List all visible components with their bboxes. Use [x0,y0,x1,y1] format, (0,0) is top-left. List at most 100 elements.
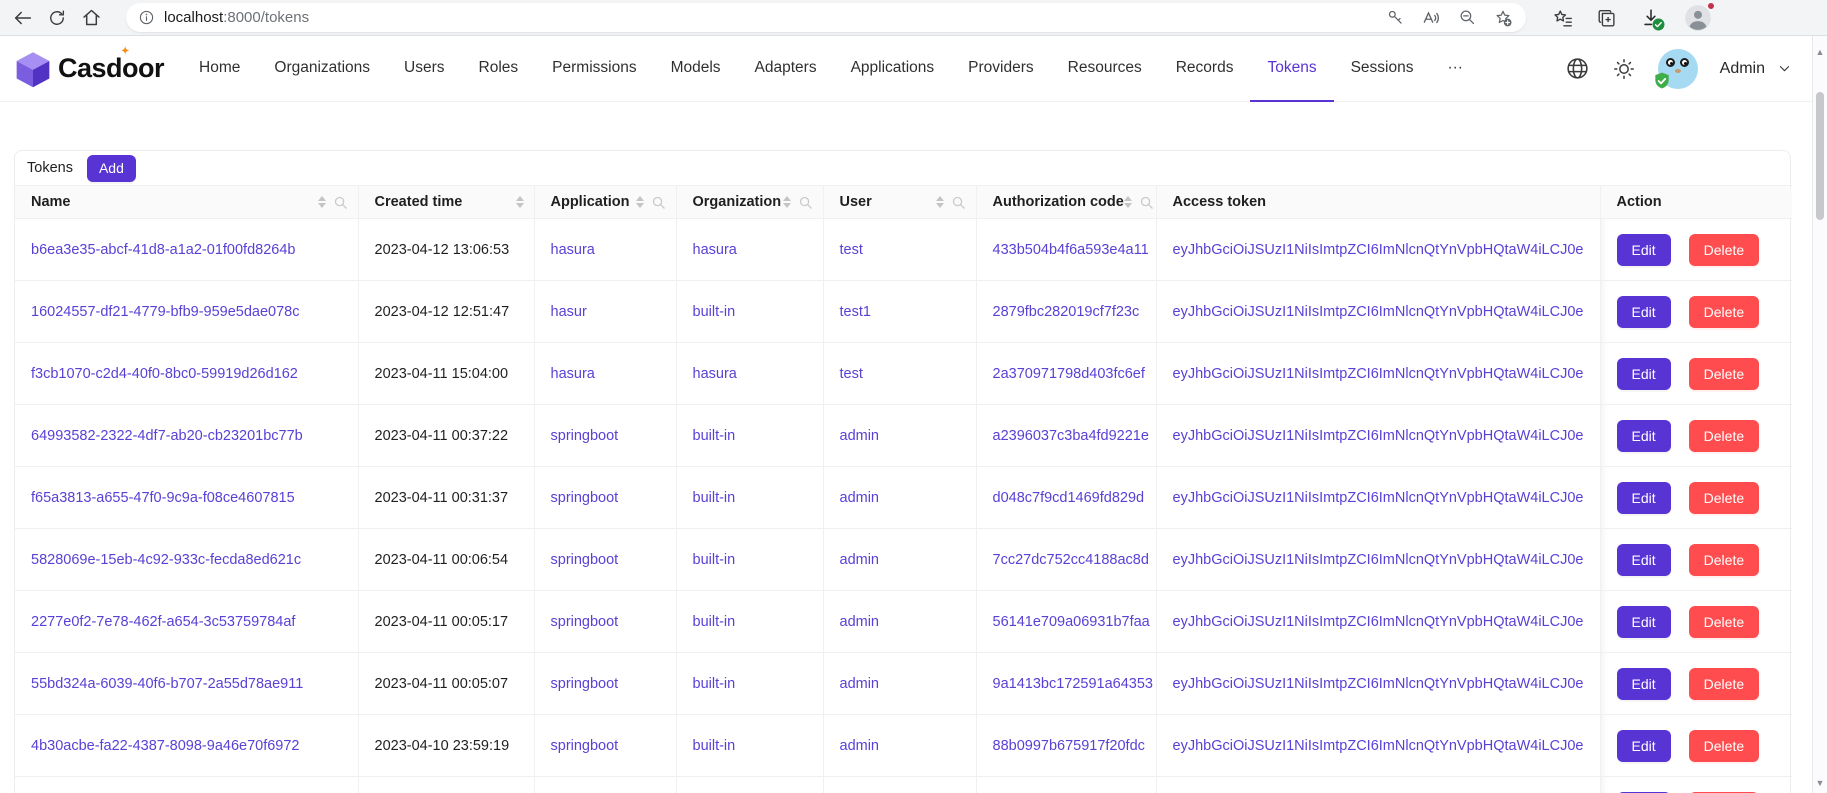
authorization-code-link[interactable]: d048c7f9cd1469fd829d [993,490,1145,506]
organization-link[interactable]: built-in [693,490,736,506]
collections-icon[interactable] [1596,7,1618,29]
token-name-link[interactable]: 16024557-df21-4779-bfb9-959e5dae078c [31,304,299,320]
delete-button[interactable]: Delete [1689,544,1759,576]
delete-button[interactable]: Delete [1689,668,1759,700]
nav-item[interactable]: Roles [462,36,536,102]
url-text[interactable]: localhost:8000/tokens [164,9,1380,26]
user-link[interactable]: admin [840,552,880,568]
home-icon[interactable] [74,3,108,33]
read-aloud-icon[interactable] [1416,5,1446,31]
user-link[interactable]: test [840,242,863,258]
nav-item[interactable]: Adapters [738,36,834,102]
add-favorite-icon[interactable] [1488,5,1518,31]
authorization-code-link[interactable]: 56141e709a06931b7faa [993,614,1150,630]
edit-button[interactable]: Edit [1617,296,1671,328]
organization-link[interactable]: built-in [693,614,736,630]
user-link[interactable]: admin [840,490,880,506]
authorization-code-link[interactable]: 88b0997b675917f20fdc [993,738,1145,754]
access-token-link[interactable]: eyJhbGciOiJSUzI1NiIsImtpZCI6ImNlcnQtYnVp… [1173,738,1584,754]
column-header[interactable]: Created time [358,186,534,219]
application-link[interactable]: hasura [551,242,595,258]
nav-item[interactable]: ··· [1430,36,1480,102]
nav-item[interactable]: Providers [951,36,1050,102]
theme-sun-icon[interactable] [1612,57,1636,81]
favorites-bar-icon[interactable] [1552,7,1574,29]
nav-item[interactable]: Permissions [535,36,653,102]
authorization-code-link[interactable]: 2a370971798d403fc6ef [993,366,1145,382]
user-link[interactable]: test1 [840,304,871,320]
search-icon[interactable] [651,195,666,210]
sort-icon[interactable] [783,196,791,208]
sort-icon[interactable] [318,196,326,208]
scroll-up-icon[interactable]: ▲ [1813,44,1827,60]
password-key-icon[interactable] [1380,5,1410,31]
organization-link[interactable]: built-in [693,552,736,568]
application-link[interactable]: springboot [551,428,619,444]
user-avatar[interactable] [1658,49,1698,89]
access-token-link[interactable]: eyJhbGciOiJSUzI1NiIsImtpZCI6ImNlcnQtYnVp… [1173,242,1584,258]
user-name[interactable]: Admin [1720,60,1765,78]
organization-link[interactable]: built-in [693,304,736,320]
application-link[interactable]: springboot [551,738,619,754]
column-header[interactable]: Application [534,186,676,219]
token-name-link[interactable]: 55bd324a-6039-40f6-b707-2a55d78ae911 [31,676,303,692]
user-link[interactable]: admin [840,614,880,630]
search-icon[interactable] [333,195,348,210]
nav-item[interactable]: Applications [834,36,952,102]
organization-link[interactable]: hasura [693,366,737,382]
column-header[interactable]: Action [1600,186,1792,219]
edit-button[interactable]: Edit [1617,234,1671,266]
organization-link[interactable]: built-in [693,676,736,692]
token-name-link[interactable]: 4b30acbe-fa22-4387-8098-9a46e70f6972 [31,738,299,754]
sort-icon[interactable] [1124,196,1132,208]
sort-icon[interactable] [516,196,524,208]
site-info-icon[interactable] [138,9,155,26]
organization-link[interactable]: hasura [693,242,737,258]
chevron-down-icon[interactable] [1777,61,1792,76]
user-link[interactable]: test [840,366,863,382]
search-icon[interactable] [798,195,813,210]
column-header[interactable]: Authorization code [976,186,1156,219]
delete-button[interactable]: Delete [1689,358,1759,390]
authorization-code-link[interactable]: 9a1413bc172591a64353 [993,676,1153,692]
delete-button[interactable]: Delete [1689,730,1759,762]
refresh-icon[interactable] [40,3,74,33]
nav-item[interactable]: Sessions [1334,36,1431,102]
language-globe-icon[interactable] [1565,56,1590,81]
search-icon[interactable] [1139,195,1154,210]
address-bar[interactable]: localhost:8000/tokens [126,3,1526,32]
edit-button[interactable]: Edit [1617,606,1671,638]
sort-icon[interactable] [636,196,644,208]
back-icon[interactable] [6,3,40,33]
token-name-link[interactable]: 2277e0f2-7e78-462f-a654-3c53759784af [31,614,295,630]
access-token-link[interactable]: eyJhbGciOiJSUzI1NiIsImtpZCI6ImNlcnQtYnVp… [1173,366,1584,382]
application-link[interactable]: springboot [551,676,619,692]
column-header[interactable]: Access token [1156,186,1600,219]
application-link[interactable]: springboot [551,552,619,568]
application-link[interactable]: springboot [551,614,619,630]
edit-button[interactable]: Edit [1617,358,1671,390]
user-link[interactable]: admin [840,676,880,692]
application-link[interactable]: springboot [551,490,619,506]
delete-button[interactable]: Delete [1689,234,1759,266]
scrollbar[interactable]: ▲ ▼ [1812,36,1827,793]
edit-button[interactable]: Edit [1617,668,1671,700]
authorization-code-link[interactable]: 2879fbc282019cf7f23c [993,304,1140,320]
nav-item[interactable]: Resources [1051,36,1159,102]
access-token-link[interactable]: eyJhbGciOiJSUzI1NiIsImtpZCI6ImNlcnQtYnVp… [1173,304,1584,320]
nav-item[interactable]: Models [654,36,738,102]
downloads-icon[interactable] [1640,7,1662,29]
authorization-code-link[interactable]: a2396037c3ba4fd9221e [993,428,1149,444]
edit-button[interactable]: Edit [1617,420,1671,452]
application-link[interactable]: hasura [551,366,595,382]
nav-item[interactable]: Organizations [257,36,387,102]
organization-link[interactable]: built-in [693,428,736,444]
delete-button[interactable]: Delete [1689,420,1759,452]
sort-icon[interactable] [936,196,944,208]
delete-button[interactable]: Delete [1689,482,1759,514]
authorization-code-link[interactable]: 7cc27dc752cc4188ac8d [993,552,1149,568]
access-token-link[interactable]: eyJhbGciOiJSUzI1NiIsImtpZCI6ImNlcnQtYnVp… [1173,676,1584,692]
edit-button[interactable]: Edit [1617,482,1671,514]
user-link[interactable]: admin [840,428,880,444]
token-name-link[interactable]: 5828069e-15eb-4c92-933c-fecda8ed621c [31,552,301,568]
